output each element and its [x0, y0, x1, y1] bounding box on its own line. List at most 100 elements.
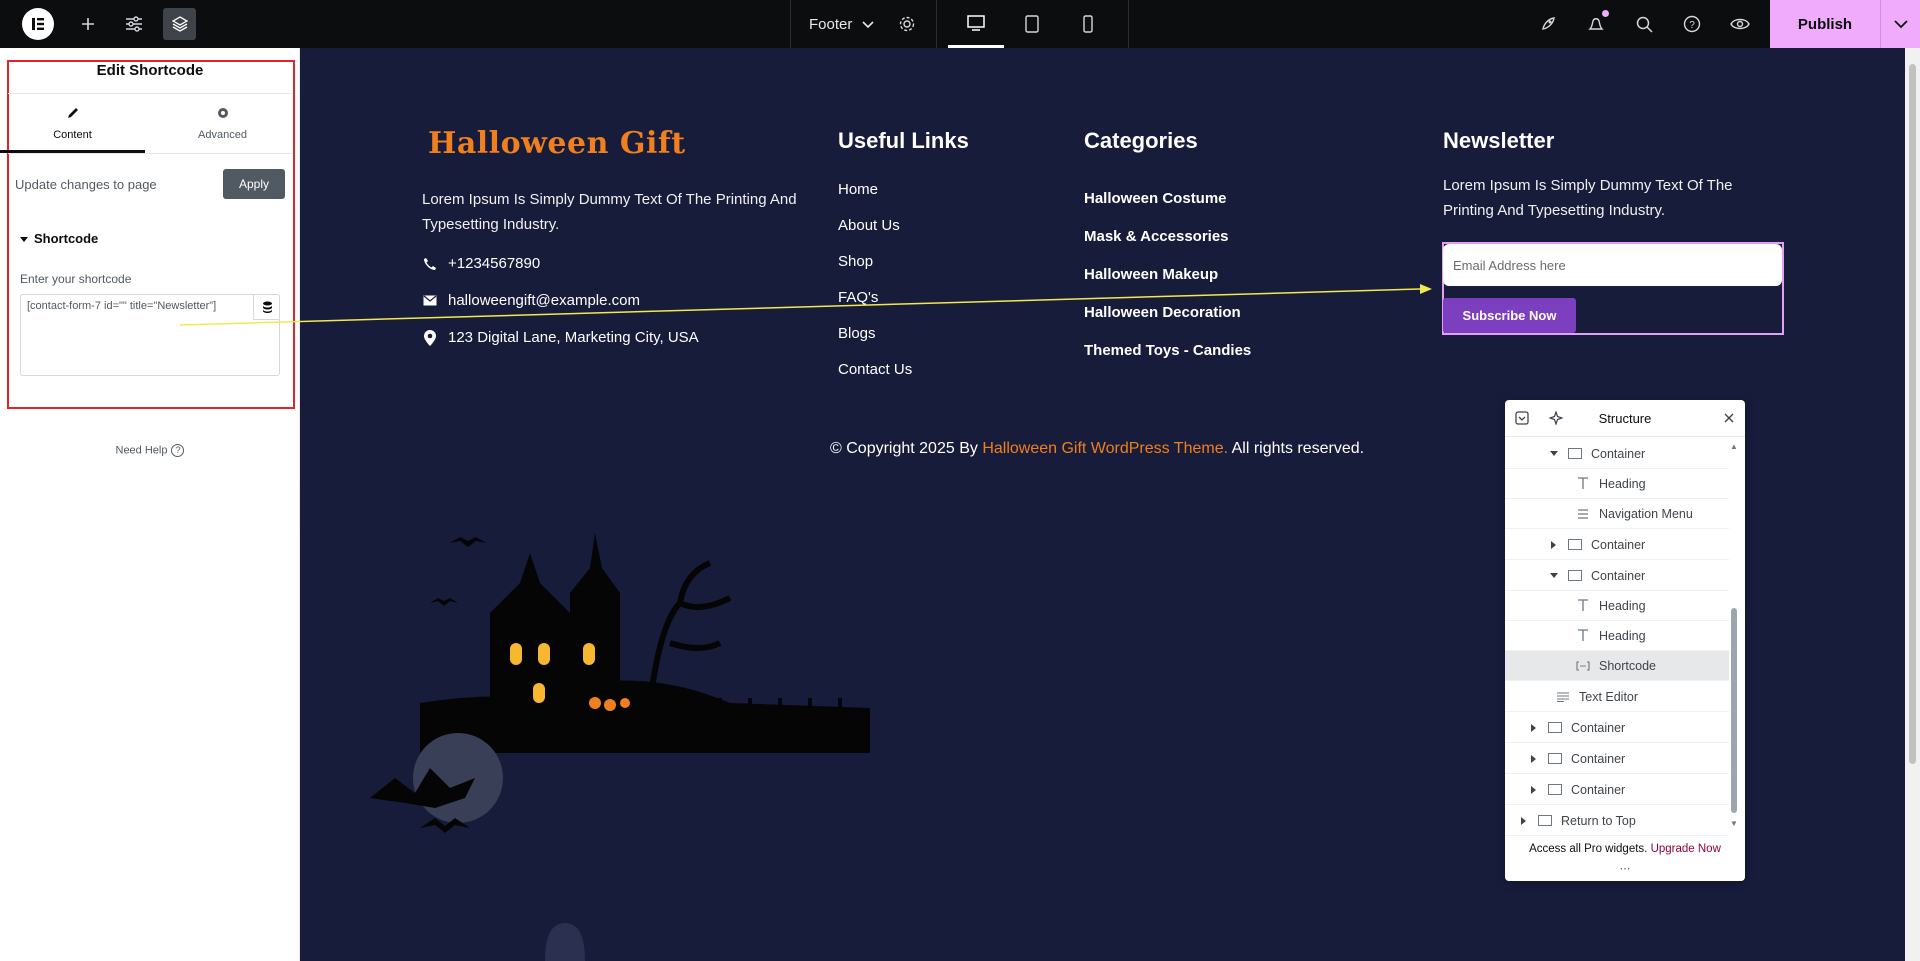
category-link[interactable]: Halloween Decoration	[1084, 304, 1241, 321]
container-icon	[1567, 539, 1583, 550]
structure-row-label: Shortcode	[1599, 658, 1656, 673]
publish-button[interactable]: Publish	[1770, 0, 1880, 48]
container-icon	[1547, 784, 1563, 795]
copyright-text: © Copyright 2025 By Halloween Gift WordP…	[830, 440, 1364, 458]
footer-link[interactable]: FAQ's	[838, 289, 878, 306]
category-link[interactable]: Mask & Accessories	[1084, 228, 1229, 245]
structure-row-container[interactable]: Container	[1505, 561, 1729, 591]
newsletter-heading: Newsletter	[1443, 128, 1555, 153]
contact-address: 123 Digital Lane, Marketing City, USA	[422, 329, 699, 346]
brand-logo[interactable]: Halloween Gift	[428, 126, 686, 161]
chevron-down-icon	[862, 16, 874, 33]
copyright-theme-link[interactable]: Halloween Gift WordPress Theme.	[982, 440, 1228, 457]
caret-down-icon	[1549, 450, 1559, 457]
structure-row-shortcode[interactable]: Shortcode	[1505, 651, 1729, 681]
copyright-prefix: © Copyright 2025 By	[830, 440, 983, 457]
help-icon[interactable]: ?	[1668, 0, 1716, 48]
resize-handle-icon[interactable]: ⋯	[1505, 862, 1745, 875]
structure-row-label: Heading	[1599, 628, 1646, 643]
help-question-icon: ?	[171, 444, 185, 457]
structure-row-container[interactable]: Container	[1505, 713, 1729, 743]
structure-row-container[interactable]: Container	[1505, 439, 1729, 469]
phone-icon	[422, 257, 438, 271]
section-toggle-shortcode[interactable]: Shortcode	[20, 231, 98, 246]
footer-link[interactable]: Shop	[838, 253, 873, 270]
container-icon	[1567, 448, 1583, 459]
search-icon[interactable]	[1620, 0, 1668, 48]
tab-content-label: Content	[53, 129, 92, 141]
preview-eye-icon[interactable]	[1716, 0, 1764, 48]
dynamic-tags-database-icon[interactable]	[253, 294, 280, 320]
add-element-icon[interactable]	[64, 0, 112, 48]
structure-layers-icon[interactable]	[163, 8, 196, 40]
heading-icon	[1575, 477, 1591, 490]
structure-row-return-to-top[interactable]: Return to Top	[1505, 806, 1729, 836]
top-bar: Footer ? Publish	[0, 0, 1920, 48]
caret-right-icon	[1519, 816, 1529, 825]
caret-down-icon	[20, 237, 28, 243]
structure-row-label: Container	[1591, 537, 1646, 552]
scroll-down-arrow-icon[interactable]: ▼	[1730, 819, 1738, 828]
footer-link[interactable]: About Us	[838, 217, 900, 234]
structure-row-heading[interactable]: Heading	[1505, 469, 1729, 499]
need-help-label: Need Help	[115, 444, 168, 457]
container-icon	[1547, 722, 1563, 733]
shortcode-field-label: Enter your shortcode	[20, 272, 132, 286]
newsletter-email-input[interactable]: Email Address here	[1443, 244, 1782, 286]
scrollbar-thumb[interactable]	[1909, 64, 1916, 764]
elementor-logo-icon[interactable]	[22, 8, 54, 40]
structure-row-label: Container	[1591, 446, 1646, 461]
category-link[interactable]: Themed Toys - Candies	[1084, 342, 1251, 359]
rocket-icon[interactable]	[1524, 0, 1572, 48]
caret-right-icon	[1529, 754, 1539, 763]
tablet-device-icon[interactable]	[1004, 0, 1060, 48]
mobile-device-icon[interactable]	[1060, 0, 1116, 48]
notifications-icon[interactable]	[1572, 0, 1620, 48]
pro-upsell-text: Access all Pro widgets.	[1529, 843, 1648, 855]
footer-link[interactable]: Home	[838, 181, 878, 198]
categories-heading: Categories	[1084, 128, 1198, 153]
structure-row-container[interactable]: Container	[1505, 775, 1729, 805]
scroll-up-arrow-icon[interactable]: ▲	[1730, 442, 1738, 451]
site-settings-icon[interactable]	[110, 0, 158, 48]
shortcode-icon	[1575, 660, 1591, 671]
container-icon	[1547, 753, 1563, 764]
desktop-device-icon[interactable]	[948, 0, 1004, 48]
canvas-scrollbar[interactable]	[1905, 48, 1920, 961]
need-help-link[interactable]: Need Help?	[0, 444, 300, 457]
category-link[interactable]: Halloween Makeup	[1084, 266, 1218, 283]
structure-row-nav-menu[interactable]: Navigation Menu	[1505, 499, 1729, 529]
structure-row-container[interactable]: Container	[1505, 744, 1729, 774]
footer-link[interactable]: Contact Us	[838, 361, 912, 378]
page-settings-gear-icon[interactable]	[883, 0, 931, 48]
heading-icon	[1575, 629, 1591, 642]
structure-row-text-editor[interactable]: Text Editor	[1505, 682, 1729, 712]
useful-links-heading: Useful Links	[838, 128, 969, 153]
notification-dot	[1602, 10, 1609, 17]
phone-number: +1234567890	[448, 255, 541, 272]
subscribe-button[interactable]: Subscribe Now	[1443, 298, 1576, 333]
heading-icon	[1575, 599, 1591, 612]
pencil-icon	[0, 106, 145, 123]
structure-row-label: Navigation Menu	[1599, 506, 1693, 521]
upgrade-now-link[interactable]: Upgrade Now	[1651, 843, 1721, 855]
structure-header: Structure	[1505, 400, 1745, 437]
close-icon[interactable]	[1723, 411, 1735, 429]
ghost-illustration	[545, 923, 585, 961]
moon-bats-illustration	[370, 733, 503, 833]
structure-row-heading[interactable]: Heading	[1505, 621, 1729, 651]
structure-row-label: Heading	[1599, 598, 1646, 613]
publish-options-chevron-icon[interactable]	[1880, 0, 1920, 48]
structure-row-label: Return to Top	[1561, 813, 1636, 828]
tab-advanced[interactable]: Advanced	[150, 106, 295, 141]
structure-scrollbar-thumb[interactable]	[1731, 608, 1737, 813]
shortcode-textarea[interactable]: [contact-form-7 id="" title="Newsletter"…	[20, 294, 280, 376]
caret-down-icon	[1549, 572, 1559, 579]
structure-row-container[interactable]: Container	[1505, 530, 1729, 560]
structure-row-heading[interactable]: Heading	[1505, 591, 1729, 621]
structure-panel: Structure Container Heading Navigation M…	[1505, 400, 1745, 881]
footer-link[interactable]: Blogs	[838, 325, 876, 342]
category-link[interactable]: Halloween Costume	[1084, 190, 1227, 207]
tab-content[interactable]: Content	[0, 106, 145, 141]
apply-button[interactable]: Apply	[223, 169, 285, 199]
